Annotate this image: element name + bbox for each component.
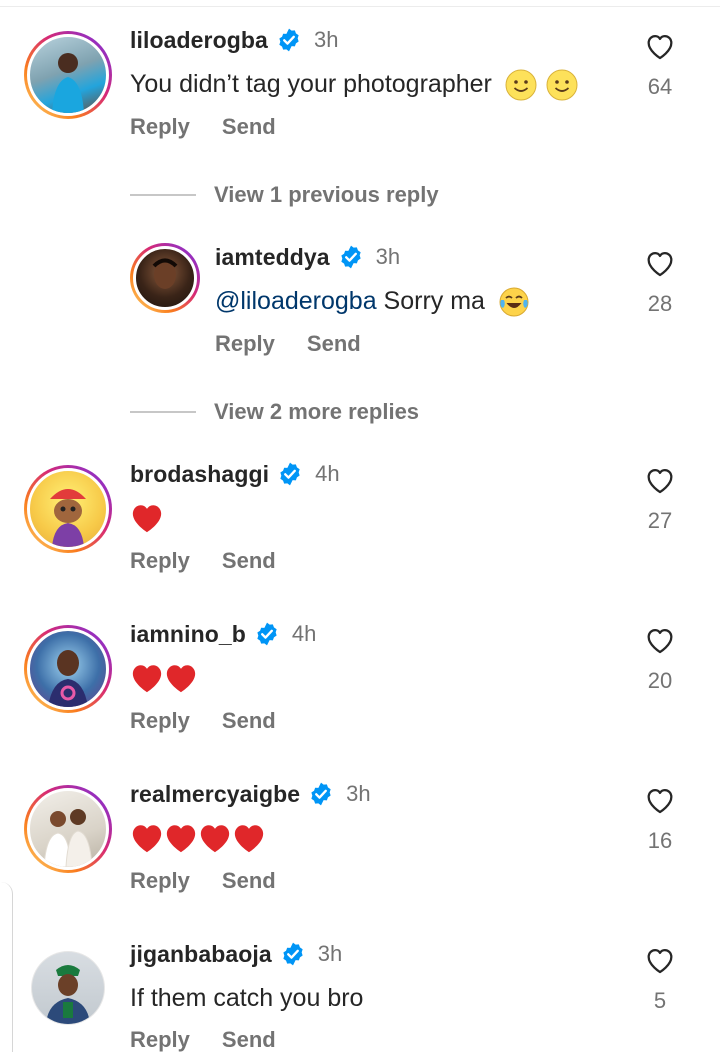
reply-button[interactable]: Reply [130,548,190,574]
timestamp: 3h [317,941,343,966]
comment-text: If them catch you bro [130,984,364,1012]
comment-text [130,820,266,854]
smile-emoji-icon [546,69,578,101]
reply-button[interactable]: Reply [130,868,190,894]
red-heart-emoji-icon [132,825,162,853]
verified-badge-icon [283,942,303,966]
username[interactable]: jiganbabaoja [130,941,272,968]
heart-outline-icon[interactable] [643,29,677,63]
avatar-photo [152,258,178,289]
comment-text [130,500,164,534]
avatar[interactable] [24,625,112,713]
like-count: 16 [647,828,673,853]
heart-outline-icon[interactable] [643,943,677,977]
sheet-edge [0,882,13,1052]
avatar[interactable] [31,951,105,1025]
top-divider [0,6,720,7]
like-count: 28 [647,291,673,316]
comment-text: @liloaderogba Sorry ma [215,284,530,318]
verified-badge-icon [279,28,299,52]
verified-badge-icon [311,782,331,806]
reply-button[interactable]: Reply [215,331,275,357]
verified-badge-icon [280,462,300,486]
heart-outline-icon[interactable] [643,246,677,280]
red-heart-emoji-icon [132,505,162,533]
heart-outline-icon[interactable] [643,783,677,817]
heart-outline-icon[interactable] [643,463,677,497]
reply-button[interactable]: Reply [130,1027,190,1053]
avatar-photo [50,489,86,547]
verified-badge-icon [257,622,277,646]
tears-of-joy-emoji-icon [499,287,529,317]
send-button[interactable]: Send [222,708,276,734]
view-more-replies[interactable]: View 2 more replies [130,399,419,425]
timestamp: 3h [375,244,401,269]
avatar-photo [43,809,93,867]
view-previous-replies[interactable]: View 1 previous reply [130,182,439,208]
username[interactable]: iamnino_b [130,621,246,648]
like-count: 5 [653,988,667,1013]
send-button[interactable]: Send [222,1027,276,1053]
reply-button[interactable]: Reply [130,114,190,140]
divider-line [130,411,196,413]
heart-outline-icon[interactable] [643,623,677,657]
send-button[interactable]: Send [222,548,276,574]
red-heart-emoji-icon [234,825,264,853]
username[interactable]: realmercyaigbe [130,781,300,808]
send-button[interactable]: Send [222,868,276,894]
username[interactable]: brodashaggi [130,461,269,488]
divider-line [130,194,196,196]
mention-link[interactable]: @liloaderogba [215,287,377,315]
comment-text: You didn’t tag your photographer [130,67,578,101]
avatar[interactable] [24,31,112,119]
username[interactable]: iamteddya [215,244,330,271]
like-count: 27 [647,508,673,533]
view-previous-label: View 1 previous reply [214,182,439,207]
view-more-label: View 2 more replies [214,399,420,424]
avatar-photo [48,650,88,707]
timestamp: 3h [346,781,371,806]
avatar[interactable] [24,785,112,873]
avatar-photo [46,965,90,1024]
red-heart-emoji-icon [166,665,196,693]
send-button[interactable]: Send [307,331,361,357]
like-count: 20 [647,668,673,693]
comment-text [130,660,198,694]
red-heart-emoji-icon [200,825,230,853]
smile-emoji-icon [505,69,537,101]
avatar[interactable] [24,465,112,553]
send-button[interactable]: Send [222,114,276,140]
red-heart-emoji-icon [166,825,196,853]
avatar[interactable] [130,243,200,313]
username[interactable]: liloaderogba [130,27,268,54]
timestamp: 4h [315,461,340,486]
avatar-photo [52,53,84,113]
like-count: 64 [647,74,673,99]
reply-button[interactable]: Reply [130,708,190,734]
timestamp: 3h [313,27,339,52]
red-heart-emoji-icon [132,665,162,693]
verified-badge-icon [341,245,361,269]
timestamp: 4h [291,621,317,646]
